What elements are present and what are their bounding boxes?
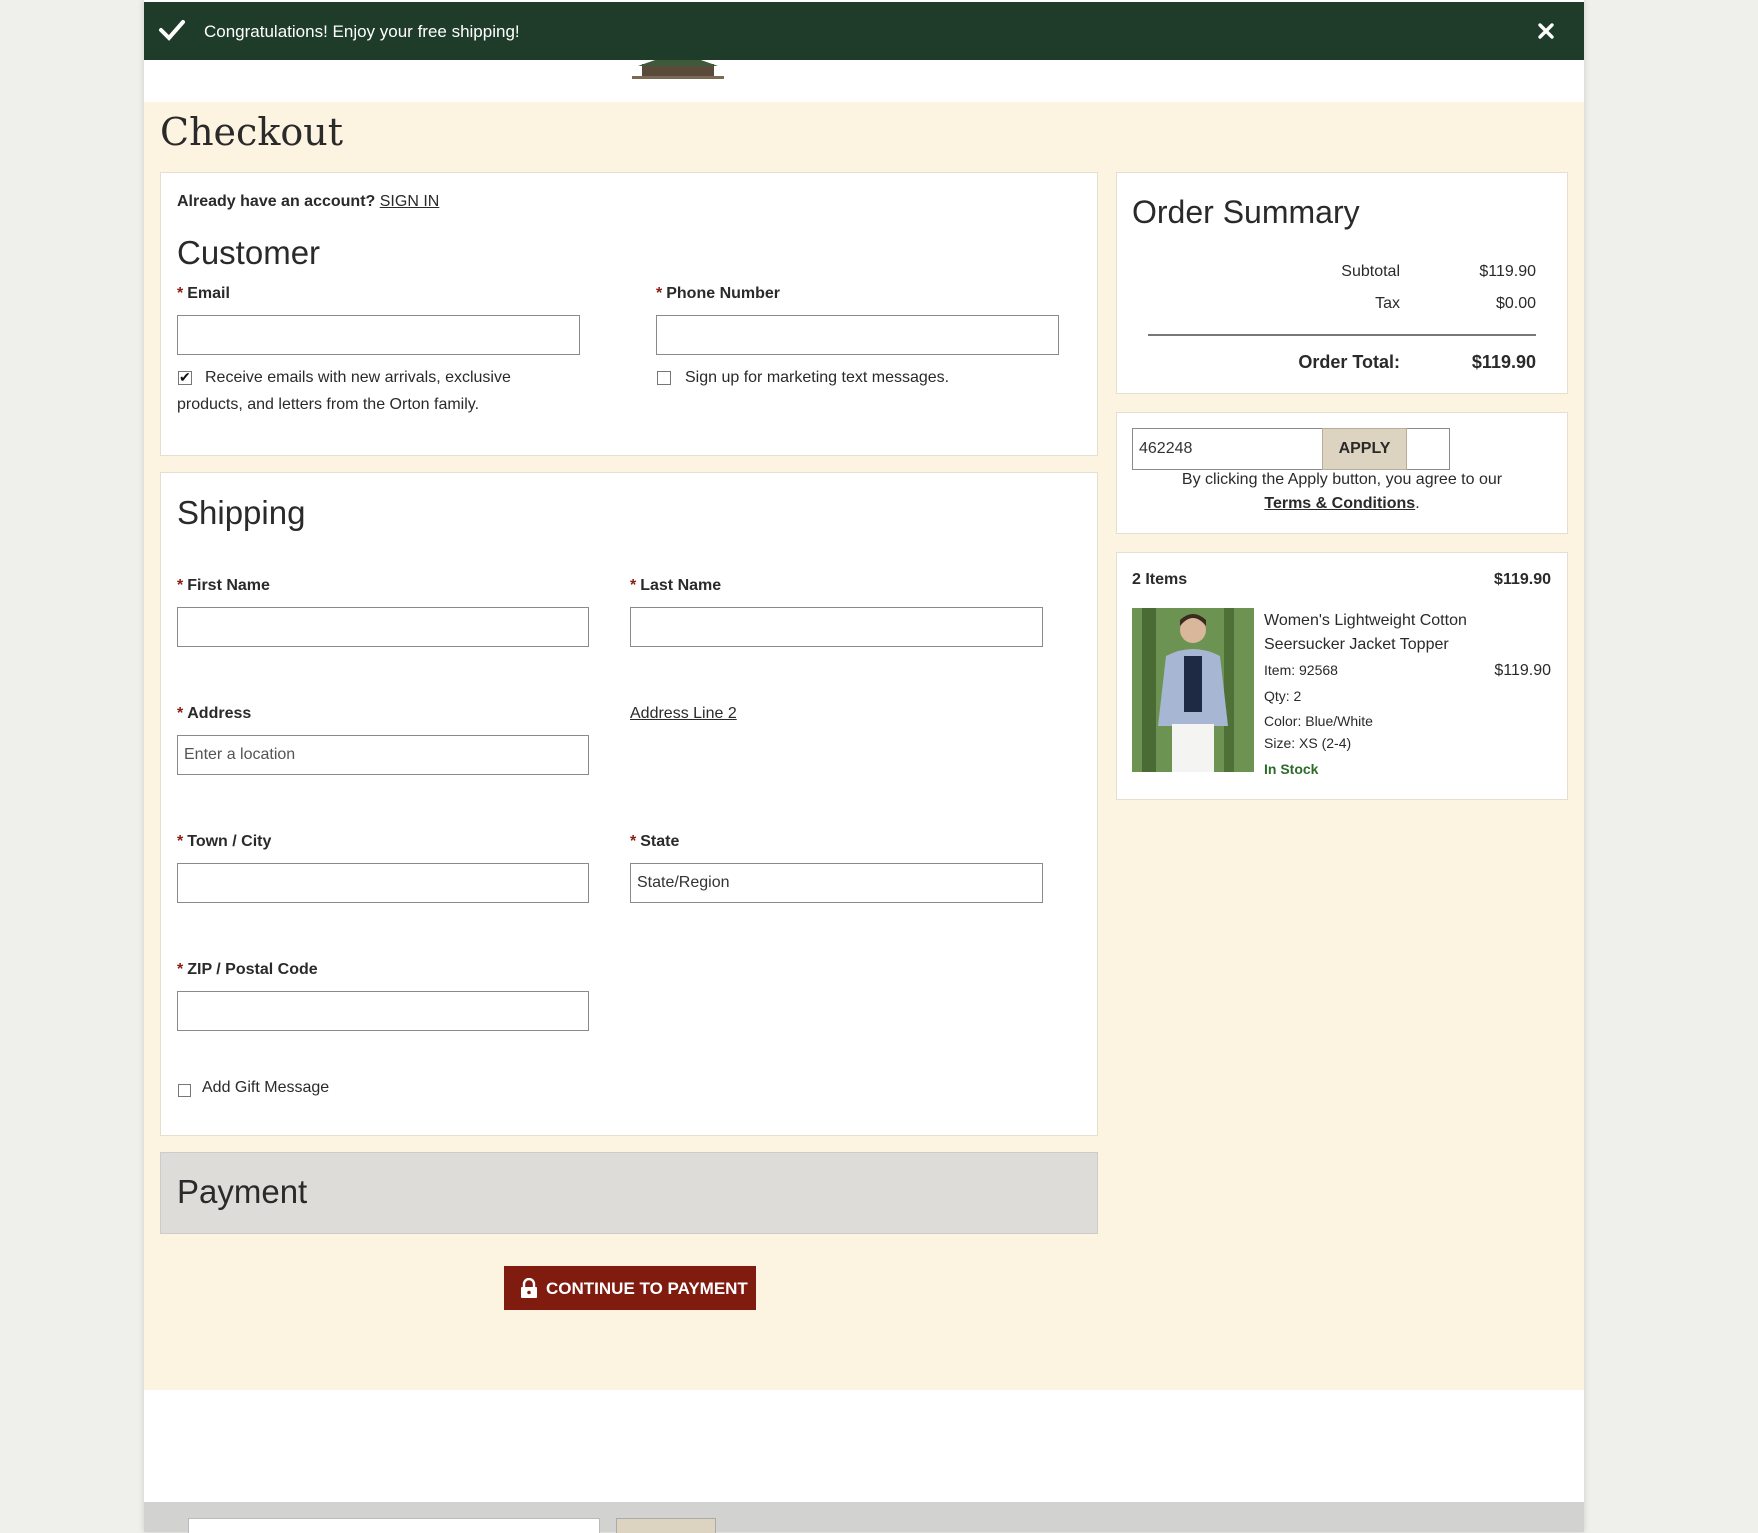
last-name-label: * Last Name xyxy=(630,577,722,594)
order-total-value: $119.90 xyxy=(1471,352,1536,372)
tax-value: $0.00 xyxy=(1495,295,1536,312)
stock-status: In Stock xyxy=(1264,761,1319,777)
product-image-icon xyxy=(1132,608,1254,772)
summary-divider xyxy=(1148,334,1536,336)
close-icon[interactable] xyxy=(1536,20,1556,42)
cart-count: 2 Items xyxy=(1132,571,1188,588)
phone-label: * Phone Number xyxy=(656,285,781,302)
page-title: Checkout xyxy=(160,110,343,154)
city-field[interactable] xyxy=(177,863,589,903)
terms-link[interactable]: Terms & Conditions xyxy=(1264,495,1415,512)
state-select-value: State/Region xyxy=(637,874,730,891)
zip-label: * ZIP / Postal Code xyxy=(177,961,318,978)
order-summary-heading: Order Summary xyxy=(1132,194,1360,230)
email-label: * Email xyxy=(177,285,230,302)
product-thumbnail[interactable] xyxy=(1132,608,1254,772)
product-item-no: Item: 92568 xyxy=(1264,662,1338,678)
continue-to-payment-button[interactable]: CONTINUE TO PAYMENT xyxy=(504,1266,756,1310)
last-name-field[interactable] xyxy=(630,607,1043,647)
promo-terms-text: By clicking the Apply button, you agree … xyxy=(1181,471,1503,512)
banner-message: Congratulations! Enjoy your free shippin… xyxy=(204,22,520,41)
apply-button[interactable]: APPLY xyxy=(1322,428,1407,470)
sign-in-link[interactable]: SIGN IN xyxy=(380,193,440,210)
shipping-heading: Shipping xyxy=(177,494,306,531)
promo-agree-text: By clicking the Apply button, you agree … xyxy=(1181,471,1503,488)
address-line2-link[interactable]: Address Line 2 xyxy=(630,700,737,727)
email-optin-line1: Receive emails with new arrivals, exclus… xyxy=(205,369,511,386)
zip-field[interactable] xyxy=(177,991,589,1031)
first-name-label: * First Name xyxy=(177,577,270,594)
address-label: * Address xyxy=(177,705,252,722)
product-name-line2: Seersucker Jacket Topper xyxy=(1264,636,1449,653)
email-optin-text: Receive emails with new arrivals, exclus… xyxy=(177,364,511,418)
checkmark-icon xyxy=(159,20,185,41)
tax-label: Tax xyxy=(1375,295,1400,312)
gift-message-label: Add Gift Message xyxy=(202,1079,330,1096)
account-prompt: Already have an account? SIGN IN xyxy=(177,188,439,215)
subtotal-value: $119.90 xyxy=(1479,263,1536,280)
footer-input[interactable] xyxy=(188,1518,600,1533)
product-color: Color: Blue/White xyxy=(1264,713,1373,729)
shipping-card xyxy=(160,472,1098,1136)
sms-optin-checkbox[interactable] xyxy=(657,371,671,385)
order-total-label: Order Total: xyxy=(1298,352,1400,372)
product-name-line1: Women's Lightweight Cotton xyxy=(1264,612,1467,629)
subtotal-label: Subtotal xyxy=(1341,263,1400,280)
state-label: * State xyxy=(630,833,680,850)
email-field[interactable] xyxy=(177,315,580,355)
customer-heading: Customer xyxy=(177,234,321,271)
product-qty: Qty: 2 xyxy=(1264,688,1302,704)
first-name-field[interactable] xyxy=(177,607,589,647)
product-size: Size: XS (2-4) xyxy=(1264,735,1352,751)
cart-total: $119.90 xyxy=(1494,571,1551,588)
lock-icon xyxy=(521,1278,537,1298)
payment-heading: Payment xyxy=(177,1173,308,1210)
payment-card[interactable]: Payment xyxy=(160,1152,1098,1234)
email-optin-line2: products, and letters from the Orton fam… xyxy=(177,396,480,413)
city-label: * Town / City xyxy=(177,833,272,850)
state-select[interactable]: State/Region xyxy=(630,863,1043,903)
free-shipping-banner: Congratulations! Enjoy your free shippin… xyxy=(144,2,1584,60)
address-field[interactable] xyxy=(177,735,589,775)
gift-message-checkbox[interactable] xyxy=(178,1084,191,1097)
footer-button[interactable] xyxy=(616,1518,716,1533)
product-name[interactable]: Women's Lightweight Cotton Seersucker Ja… xyxy=(1264,609,1467,657)
product-price: $119.90 xyxy=(1494,662,1551,679)
account-prompt-text: Already have an account? xyxy=(177,193,376,210)
continue-to-payment-label: CONTINUE TO PAYMENT xyxy=(546,1279,748,1298)
phone-field[interactable] xyxy=(656,315,1059,355)
sms-optin-label: Sign up for marketing text messages. xyxy=(685,369,950,386)
